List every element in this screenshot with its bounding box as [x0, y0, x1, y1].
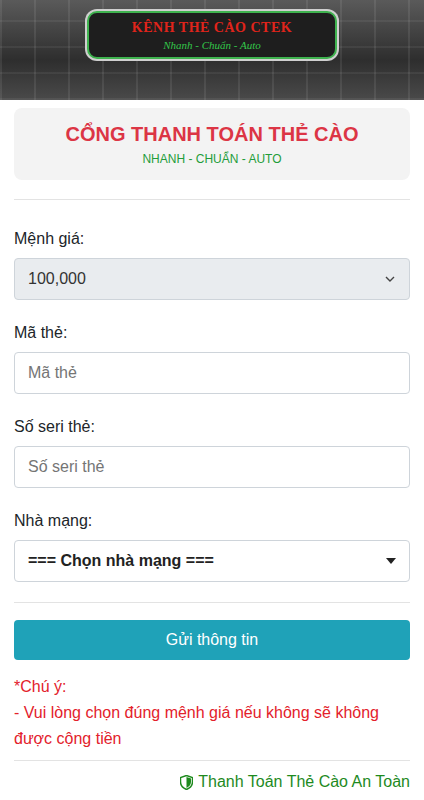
header-title: CỔNG THANH TOÁN THẺ CÀO	[66, 123, 359, 146]
notice-title: *Chú ý:	[14, 674, 410, 700]
text-input[interactable]: Mã thẻ	[14, 352, 410, 394]
payment-page: KÊNH THẺ CÀO CTEK Nhanh - Chuẩn - Auto C…	[0, 0, 424, 800]
select-field[interactable]: 100,000	[14, 258, 410, 300]
divider	[14, 760, 410, 761]
divider	[14, 602, 410, 603]
field-label: Nhà mạng:	[14, 510, 410, 532]
submit-button[interactable]: Gửi thông tin	[14, 620, 410, 660]
notice: *Chú ý: - Vui lòng chọn đúng mệnh giá nế…	[14, 674, 410, 752]
field-label: Số seri thẻ:	[14, 416, 410, 438]
field-label: Mã thẻ:	[14, 322, 410, 344]
form-group: Mệnh giá: 100,000	[14, 228, 410, 300]
input-placeholder: Mã thẻ	[28, 364, 77, 382]
text-input[interactable]: Số seri thẻ	[14, 446, 410, 488]
footer-text: Thanh Toán Thẻ Cào An Toàn	[198, 773, 410, 791]
chevron-down-icon	[384, 273, 396, 285]
select-field[interactable]: === Chọn nhà mạng ===	[14, 540, 410, 582]
notice-line: - Vui lòng chọn đúng mệnh giá nếu không …	[14, 700, 410, 752]
select-value: === Chọn nhà mạng ===	[28, 552, 214, 570]
divider	[14, 199, 410, 200]
form-group: Số seri thẻ: Số seri thẻ	[14, 416, 410, 488]
shield-icon	[180, 775, 193, 790]
header-card: CỔNG THANH TOÁN THẺ CÀO NHANH - CHUẨN - …	[14, 108, 410, 180]
banner: KÊNH THẺ CÀO CTEK Nhanh - Chuẩn - Auto	[0, 0, 424, 100]
form-group: Mã thẻ: Mã thẻ	[14, 322, 410, 394]
content: CỔNG THANH TOÁN THẺ CÀO NHANH - CHUẨN - …	[0, 100, 424, 800]
footer: Thanh Toán Thẻ Cào An Toàn	[14, 773, 410, 791]
form-group: Nhà mạng: === Chọn nhà mạng ===	[14, 510, 410, 582]
logo-tagline: Nhanh - Chuẩn - Auto	[163, 39, 261, 51]
field-label: Mệnh giá:	[14, 228, 410, 250]
header-subtitle: NHANH - CHUẨN - AUTO	[142, 152, 281, 166]
caret-down-icon	[386, 558, 396, 564]
logo-title: KÊNH THẺ CÀO CTEK	[132, 20, 292, 36]
logo[interactable]: KÊNH THẺ CÀO CTEK Nhanh - Chuẩn - Auto	[87, 11, 337, 59]
card-form: Mệnh giá: 100,000 Mã thẻ: Mã thẻ Số seri …	[14, 200, 410, 582]
select-value: 100,000	[28, 270, 86, 288]
input-placeholder: Số seri thẻ	[28, 458, 104, 476]
